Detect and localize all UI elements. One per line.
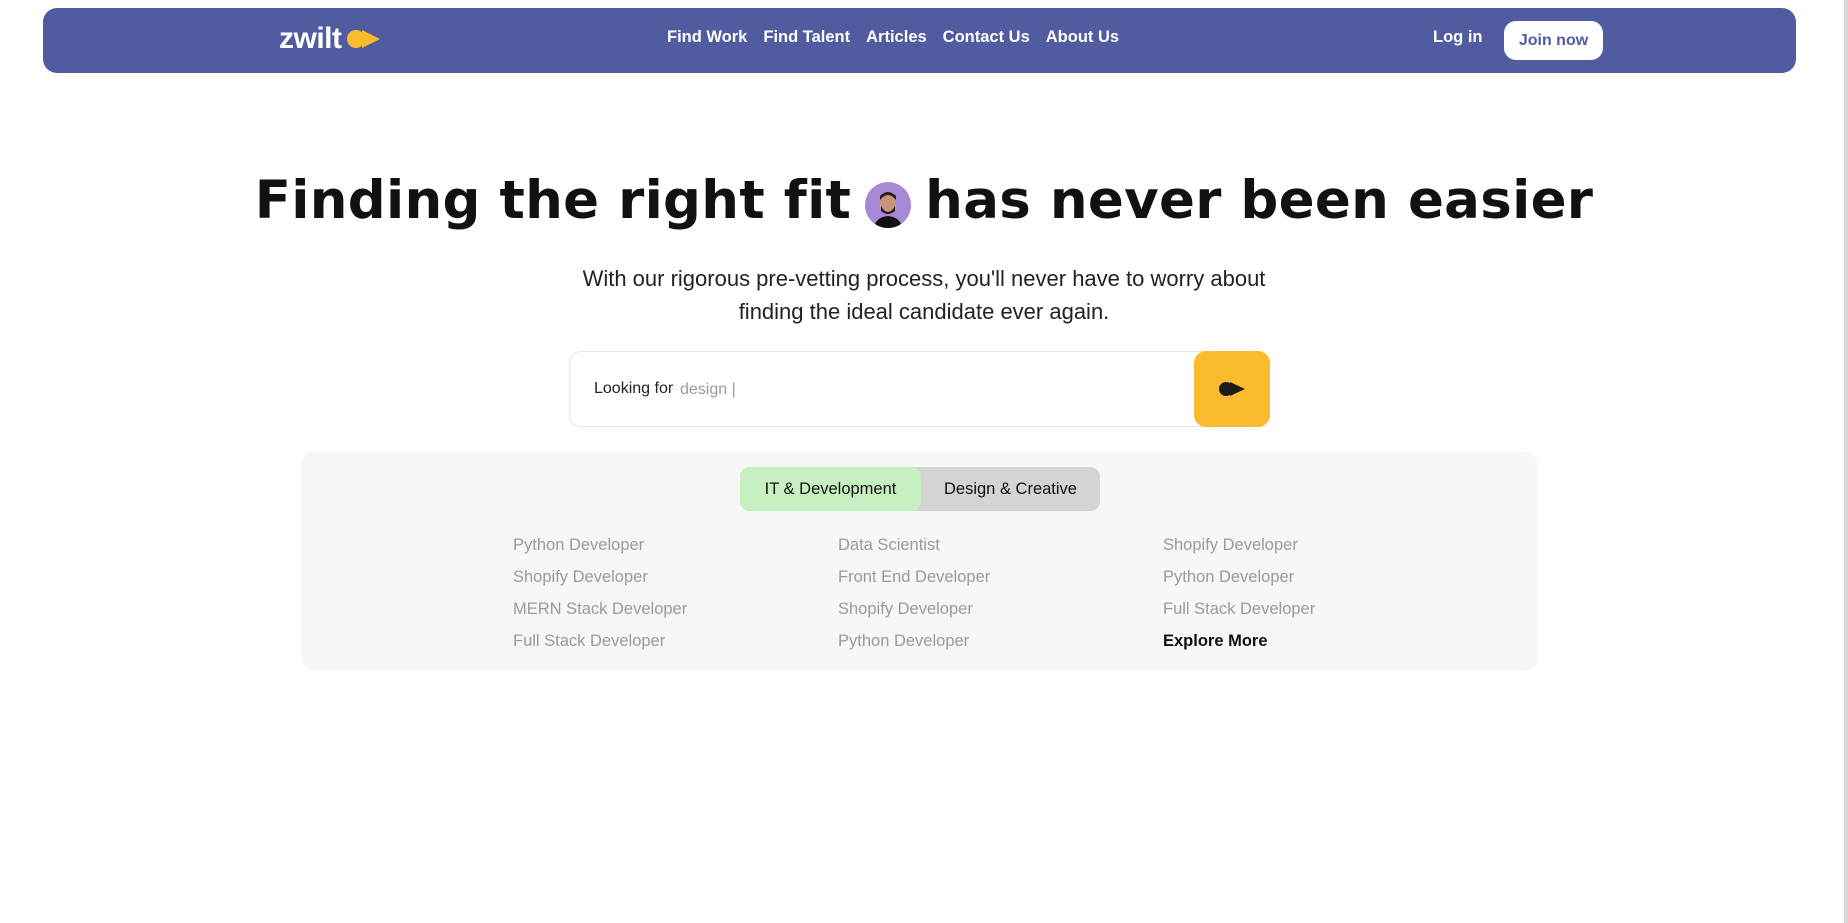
- hero-title-part1: Finding the right fit: [254, 170, 852, 231]
- page: zwilt Find Work Find Talent Articles Con…: [0, 0, 1848, 923]
- nav-contact-us[interactable]: Contact Us: [943, 28, 1030, 47]
- list-item[interactable]: MERN Stack Developer: [513, 600, 838, 618]
- login-link[interactable]: Log in: [1433, 28, 1482, 47]
- hero-subtitle-line2: finding the ideal candidate ever again.: [738, 299, 1110, 324]
- list-item[interactable]: Python Developer: [838, 632, 1163, 650]
- navbar: zwilt Find Work Find Talent Articles Con…: [43, 8, 1796, 73]
- logo-text: zwilt: [279, 22, 342, 55]
- list-item[interactable]: Shopify Developer: [838, 600, 1163, 618]
- search-submit-button[interactable]: [1194, 351, 1270, 427]
- list-item[interactable]: Shopify Developer: [513, 568, 838, 586]
- list-item[interactable]: Front End Developer: [838, 568, 1163, 586]
- list-item[interactable]: Shopify Developer: [1163, 536, 1463, 554]
- list-item[interactable]: Data Scientist: [838, 536, 1163, 554]
- nav-find-talent[interactable]: Find Talent: [763, 28, 850, 47]
- avatar: [865, 181, 912, 228]
- nav-find-work[interactable]: Find Work: [667, 28, 747, 47]
- search-input[interactable]: [680, 374, 1160, 406]
- search-box: Looking for: [569, 351, 1270, 427]
- category-link-grid: Python Developer Data Scientist Shopify …: [513, 536, 1463, 650]
- logo-arrow-icon: [346, 30, 380, 48]
- tab-it-development[interactable]: IT & Development: [740, 467, 921, 511]
- list-item[interactable]: Python Developer: [1163, 568, 1463, 586]
- scrollbar[interactable]: [1844, 0, 1848, 923]
- nav-about-us[interactable]: About Us: [1046, 28, 1119, 47]
- category-tabs: IT & Development Design & Creative: [740, 467, 1100, 511]
- search-prefix-label: Looking for: [594, 380, 674, 397]
- person-avatar-icon: [865, 183, 912, 228]
- explore-more-link[interactable]: Explore More: [1163, 632, 1463, 650]
- main-nav: Find Work Find Talent Articles Contact U…: [667, 28, 1119, 47]
- hero-subtitle: With our rigorous pre-vetting process, y…: [0, 262, 1848, 328]
- tab-design-creative[interactable]: Design & Creative: [921, 467, 1100, 511]
- hero-title: Finding the right fit has never been eas…: [0, 170, 1848, 231]
- list-item[interactable]: Full Stack Developer: [513, 632, 838, 650]
- nav-articles[interactable]: Articles: [866, 28, 927, 47]
- hero-subtitle-line1: With our rigorous pre-vetting process, y…: [582, 266, 1266, 291]
- category-panel: IT & Development Design & Creative Pytho…: [301, 451, 1538, 671]
- logo[interactable]: zwilt: [279, 22, 384, 56]
- join-now-button[interactable]: Join now: [1504, 21, 1603, 60]
- arrow-right-icon: [1219, 382, 1245, 396]
- hero-title-part2: has never been easier: [925, 170, 1594, 231]
- list-item[interactable]: Python Developer: [513, 536, 838, 554]
- list-item[interactable]: Full Stack Developer: [1163, 600, 1463, 618]
